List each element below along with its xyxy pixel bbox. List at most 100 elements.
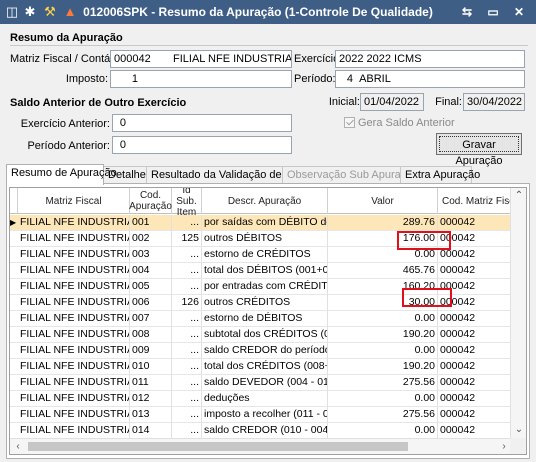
tab-resultado-validacao[interactable]: Resultado da Validação de Filiais — [146, 166, 313, 184]
header-cod-matriz-fiscal[interactable]: Cod. Matriz Fisca — [438, 188, 520, 214]
cell-valor[interactable]: 190.20 — [328, 359, 438, 375]
header-cod-apuracao[interactable]: Cod. Apuração — [129, 188, 172, 214]
cell-matriz-fiscal[interactable]: FILIAL NFE INDUSTRIAL — [18, 215, 130, 231]
periodo-anterior-field[interactable]: 0 — [112, 136, 292, 154]
header-matriz-fiscal[interactable]: Matriz Fiscal — [18, 188, 130, 214]
header-id-sub-item[interactable]: Id Sub. Item — [172, 188, 202, 218]
table-row[interactable]: FILIAL NFE INDUSTRIAL 004... total dos DÉB… — [10, 263, 520, 279]
cell-cod-apuracao[interactable]: 001 — [130, 215, 172, 231]
cell-cod-apuracao[interactable]: 014 — [130, 423, 172, 439]
cell-cod-matriz-fiscal[interactable]: 000042 — [438, 311, 520, 327]
cell-id-sub-item[interactable]: 126 — [172, 295, 202, 311]
cell-id-sub-item[interactable]: ... — [172, 423, 202, 439]
cell-id-sub-item[interactable]: ... — [172, 391, 202, 407]
imposto-field[interactable]: 1 — [110, 70, 292, 88]
cell-cod-matriz-fiscal[interactable]: 000042 — [438, 343, 520, 359]
app-icon[interactable]: ✱ — [22, 4, 38, 20]
inicial-field[interactable]: 01/04/2022 — [360, 93, 424, 111]
table-row[interactable]: FILIAL NFE INDUSTRIAL 013... imposto a rec… — [10, 407, 520, 423]
cell-id-sub-item[interactable]: ... — [172, 359, 202, 375]
table-row[interactable]: FILIAL NFE INDUSTRIAL 014... saldo CREDOR … — [10, 423, 520, 439]
cell-descr-apuracao[interactable]: por saídas com DÉBITO do impos — [202, 215, 328, 231]
cell-cod-matriz-fiscal[interactable]: 000042 — [438, 327, 520, 343]
cell-descr-apuracao[interactable]: total dos DÉBITOS (001+002+0 — [202, 263, 328, 279]
cell-descr-apuracao[interactable]: outros CRÉDITOS — [202, 295, 328, 311]
cell-matriz-fiscal[interactable]: FILIAL NFE INDUSTRIAL — [18, 231, 130, 247]
scroll-down-icon[interactable]: ⌄ — [511, 422, 526, 438]
cell-cod-apuracao[interactable]: 005 — [130, 279, 172, 295]
cell-valor[interactable]: 0.00 — [328, 391, 438, 407]
cell-id-sub-item[interactable]: ... — [172, 327, 202, 343]
restore-button[interactable]: ⇆ — [456, 2, 478, 22]
scroll-up-icon[interactable]: ⌃ — [511, 188, 526, 204]
cell-cod-matriz-fiscal[interactable]: 000042 — [438, 263, 520, 279]
cell-cod-apuracao[interactable]: 012 — [130, 391, 172, 407]
cell-descr-apuracao[interactable]: por entradas com CRÉDITO do i — [202, 279, 328, 295]
cell-valor[interactable]: 0.00 — [328, 423, 438, 439]
cell-cod-apuracao[interactable]: 010 — [130, 359, 172, 375]
table-row[interactable]: FILIAL NFE INDUSTRIAL 009... saldo CREDOR … — [10, 343, 520, 359]
table-row[interactable]: FILIAL NFE INDUSTRIAL 007... estorno de DÉ… — [10, 311, 520, 327]
cell-id-sub-item[interactable]: ... — [172, 311, 202, 327]
gravar-apuracao-button[interactable]: Gravar Apuração — [436, 133, 522, 167]
cell-matriz-fiscal[interactable]: FILIAL NFE INDUSTRIAL — [18, 311, 130, 327]
cell-descr-apuracao[interactable]: estorno de CRÉDITOS — [202, 247, 328, 263]
tab-extra-apuracao[interactable]: Extra Apuração — [400, 166, 480, 184]
cell-descr-apuracao[interactable]: deduções — [202, 391, 328, 407]
cell-cod-apuracao[interactable]: 006 — [130, 295, 172, 311]
cell-valor[interactable]: 190.20 — [328, 327, 438, 343]
cell-id-sub-item[interactable]: ... — [172, 375, 202, 391]
cell-matriz-fiscal[interactable]: FILIAL NFE INDUSTRIAL — [18, 391, 130, 407]
cell-cod-apuracao[interactable]: 004 — [130, 263, 172, 279]
cell-matriz-fiscal[interactable]: FILIAL NFE INDUSTRIAL — [18, 327, 130, 343]
cell-valor[interactable]: 289.76 — [328, 215, 438, 231]
matriz-field[interactable]: 000042 FILIAL NFE INDUSTRIAL — [110, 50, 292, 68]
exercicio-anterior-field[interactable]: 0 — [112, 114, 292, 132]
cell-cod-apuracao[interactable]: 008 — [130, 327, 172, 343]
cell-cod-matriz-fiscal[interactable]: 000042 — [438, 423, 520, 439]
cell-descr-apuracao[interactable]: outros DÉBITOS — [202, 231, 328, 247]
header-valor[interactable]: Valor — [328, 188, 438, 214]
vertical-scrollbar[interactable]: ⌃ ⌄ — [510, 188, 526, 438]
cell-cod-matriz-fiscal[interactable]: 000042 — [438, 407, 520, 423]
close-button[interactable]: ✕ — [508, 2, 530, 22]
cell-cod-apuracao[interactable]: 003 — [130, 247, 172, 263]
header-descr-apuracao[interactable]: Descr. Apuração — [202, 188, 328, 214]
cell-matriz-fiscal[interactable]: FILIAL NFE INDUSTRIAL — [18, 263, 130, 279]
cell-id-sub-item[interactable]: ... — [172, 215, 202, 231]
horizontal-scroll-thumb[interactable] — [28, 442, 408, 451]
final-field[interactable]: 30/04/2022 — [463, 93, 525, 111]
cell-id-sub-item[interactable]: ... — [172, 263, 202, 279]
cell-matriz-fiscal[interactable]: FILIAL NFE INDUSTRIAL — [18, 423, 130, 439]
cell-descr-apuracao[interactable]: estorno de DÉBITOS — [202, 311, 328, 327]
table-row[interactable]: FILIAL NFE INDUSTRIAL 008... subtotal dos … — [10, 327, 520, 343]
cell-matriz-fiscal[interactable]: FILIAL NFE INDUSTRIAL — [18, 279, 130, 295]
tab-resumo-apuracao[interactable]: Resumo de Apuração — [6, 164, 117, 185]
cell-matriz-fiscal[interactable]: FILIAL NFE INDUSTRIAL — [18, 343, 130, 359]
cell-valor[interactable]: 275.56 — [328, 375, 438, 391]
cell-cod-apuracao[interactable]: 011 — [130, 375, 172, 391]
cell-valor[interactable]: 275.56 — [328, 407, 438, 423]
cell-cod-matriz-fiscal[interactable]: 000042 — [438, 359, 520, 375]
cell-valor[interactable]: 0.00 — [328, 311, 438, 327]
cell-id-sub-item[interactable]: ... — [172, 407, 202, 423]
exercicio-field[interactable]: 2022 2022 ICMS — [335, 50, 525, 68]
cell-id-sub-item[interactable]: ... — [172, 343, 202, 359]
table-row[interactable]: FILIAL NFE INDUSTRIAL 012... deduções 0.00 0… — [10, 391, 520, 407]
cell-matriz-fiscal[interactable]: FILIAL NFE INDUSTRIAL — [18, 247, 130, 263]
cell-cod-apuracao[interactable]: 007 — [130, 311, 172, 327]
cell-cod-matriz-fiscal[interactable]: 000042 — [438, 391, 520, 407]
cell-descr-apuracao[interactable]: saldo CREDOR (010 - 004) se 0 — [202, 423, 328, 439]
cell-matriz-fiscal[interactable]: FILIAL NFE INDUSTRIAL — [18, 407, 130, 423]
cell-descr-apuracao[interactable]: saldo CREDOR do período anter — [202, 343, 328, 359]
maximize-button[interactable]: ▭ — [482, 2, 504, 22]
cell-descr-apuracao[interactable]: subtotal dos CRÉDITOS (005+0 — [202, 327, 328, 343]
wrench-icon[interactable]: ⚒ — [42, 4, 58, 20]
cell-descr-apuracao[interactable]: imposto a recolher (011 - 012) — [202, 407, 328, 423]
cell-cod-apuracao[interactable]: 009 — [130, 343, 172, 359]
cell-id-sub-item[interactable]: 125 — [172, 231, 202, 247]
cell-cod-apuracao[interactable]: 013 — [130, 407, 172, 423]
cell-matriz-fiscal[interactable]: FILIAL NFE INDUSTRIAL — [18, 295, 130, 311]
cell-descr-apuracao[interactable]: total dos CRÉDITOS (008+009) — [202, 359, 328, 375]
cell-valor[interactable]: 0.00 — [328, 343, 438, 359]
